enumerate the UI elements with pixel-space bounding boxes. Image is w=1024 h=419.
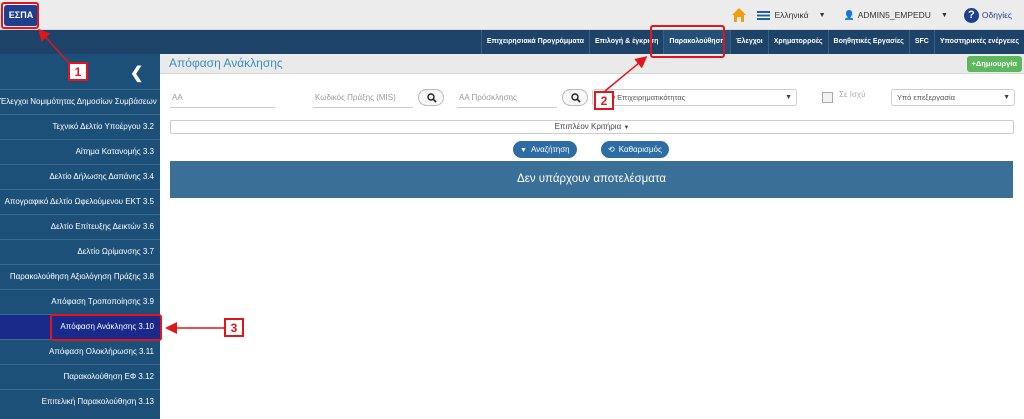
nav-item-sfc[interactable]: SFC [908,30,934,54]
sidebar-item-allocation[interactable]: Αίτημα Κατανομής 3.3 [0,139,160,164]
sidebar-item-evaluation[interactable]: Παρακολούθηση Αξιολόγηση Πράξης 3.8 [0,264,160,289]
search-button[interactable]: ▼ Αναζήτηση [513,141,577,158]
filters-row: ΑΑ Κωδικός Πράξης (MIS) ΑΑ Πρόσκλησης Πλ… [160,84,1024,112]
nav-item-audits[interactable]: Έλεγχοι [729,30,768,54]
search-icon [427,93,437,103]
sidebar-item-indicators[interactable]: Δελτίο Επίτευξης Δεικτών 3.6 [0,214,160,239]
page-header: Απόφαση Ανάκλησης +Δημιουργία [160,54,1024,74]
home-icon[interactable] [731,7,747,23]
language-caret-icon[interactable]: ▼ [819,12,826,19]
no-results-banner: Δεν υπάρχουν αποτελέσματα [170,161,1013,198]
search-button-label: Αναζήτηση [530,145,570,154]
sidebar-item-ef-monitoring[interactable]: Παρακολούθηση ΕΦ 3.12 [0,364,160,389]
sidebar-item-amendment[interactable]: Απόφαση Τροποποίησης 3.9 [0,289,160,314]
more-criteria-label: Επιπλέον Κριτήρια [554,122,622,131]
annotation-label-1: 1 [68,62,88,81]
user-label: ADMIN5_EMPEDU [857,9,931,20]
status-select[interactable]: Υπό επεξεργασία ▼ [891,89,1015,106]
clear-button-label: Καθαρισμός [618,145,662,154]
sidebar-item-public-contracts[interactable]: Έλεγχοι Νομιμότητας Δημοσίων Συμβάσεων [0,89,160,114]
nav-item-programs[interactable]: Επιχειρησιακά Προγράμματα [480,30,589,54]
nav-item-auxiliary[interactable]: Βοηθητικές Εργασίες [827,30,909,54]
sidebar-item-executive[interactable]: Επιτελική Παρακολούθηση 3.13 [0,389,160,414]
chevron-left-icon[interactable]: ❮ [130,63,143,83]
call-aa-input[interactable]: ΑΑ Πρόσκλησης [457,88,557,108]
sidebar-item-completion[interactable]: Απόφαση Ολοκλήρωσης 3.11 [0,339,160,364]
nav-item-support[interactable]: Υποστηρικτές ενέργειες [933,30,1024,54]
language-selector[interactable]: Ελληνικά [757,9,809,21]
sidebar-item-maturity[interactable]: Δελτίο Ωρίμανσης 3.7 [0,239,160,264]
clear-button[interactable]: ⟲ Καθαρισμός [601,141,669,158]
page-title: Απόφαση Ανάκλησης [169,56,283,70]
user-caret-icon[interactable]: ▼ [941,12,948,19]
sidebar-item-technical-sheet[interactable]: Τεχνικό Δελτίο Υποέργου 3.2 [0,114,160,139]
top-bar: ΕΣΠΑ Ελληνικά ▼ 👤 ADMIN5_EMPEDU ▼ ? Οδηγίε… [0,0,1024,30]
in-force-checkbox[interactable] [822,92,833,103]
sidebar: ❮ Έλεγχοι Νομιμότητας Δημοσίων Συμβάσεων… [0,54,160,419]
main-content: Απόφαση Ανάκλησης +Δημιουργία ΑΑ Κωδικός… [160,54,1024,419]
chevron-down-icon: ▼ [1003,94,1010,101]
mis-input[interactable]: Κωδικός Πράξης (MIS) [313,88,413,108]
help-label: Οδηγίες [981,9,1012,20]
create-button[interactable]: +Δημιουργία [966,56,1022,72]
status-value: Υπό επεξεργασία [897,93,955,102]
refresh-icon: ⟲ [608,145,615,154]
annotation-highlight-revocation [50,314,162,341]
nav-menu: Επιχειρησιακά Προγράμματα Επιλογή & έγκρ… [480,30,1024,54]
annotation-highlight-espa [1,2,39,29]
help-link[interactable]: ? Οδηγίες [963,7,1012,23]
caret-down-icon: ▼ [623,125,630,131]
caret-down-icon: ▼ [520,147,527,154]
top-right-controls: Ελληνικά ▼ 👤 ADMIN5_EMPEDU ▼ ? Οδηγίες [731,0,1024,30]
call-search-button[interactable] [562,89,588,106]
annotation-label-2: 2 [594,91,614,110]
language-label: Ελληνικά [774,9,809,20]
chevron-down-icon: ▼ [785,94,792,101]
annotation-label-3: 3 [224,318,244,337]
nav-item-cashflows[interactable]: Χρηματορροές [767,30,828,54]
mis-search-button[interactable] [418,89,444,106]
aa-input[interactable]: ΑΑ [170,88,275,108]
in-force-label: Σε Ισχύ [839,90,866,99]
op-program-select[interactable]: Πλην Επιχειρηματικότητας ▼ [592,89,797,106]
main-navbar: Επιχειρησιακά Προγράμματα Επιλογή & έγκρ… [0,30,1024,54]
greek-flag-icon [757,11,771,21]
sidebar-item-beneficiary[interactable]: Απογραφικό Δελτίο Ωφελούμενου ΕΚΤ 3.5 [0,189,160,214]
annotation-highlight-monitoring [650,25,725,58]
user-menu[interactable]: 👤 ADMIN5_EMPEDU [844,10,931,21]
help-icon: ? [963,7,979,23]
sidebar-item-expense-report[interactable]: Δελτίο Δήλωσης Δαπάνης 3.4 [0,164,160,189]
search-icon [571,93,581,103]
user-icon: 👤 [843,9,855,20]
more-criteria-toggle[interactable]: Επιπλέον Κριτήρια ▼ [170,120,1014,134]
